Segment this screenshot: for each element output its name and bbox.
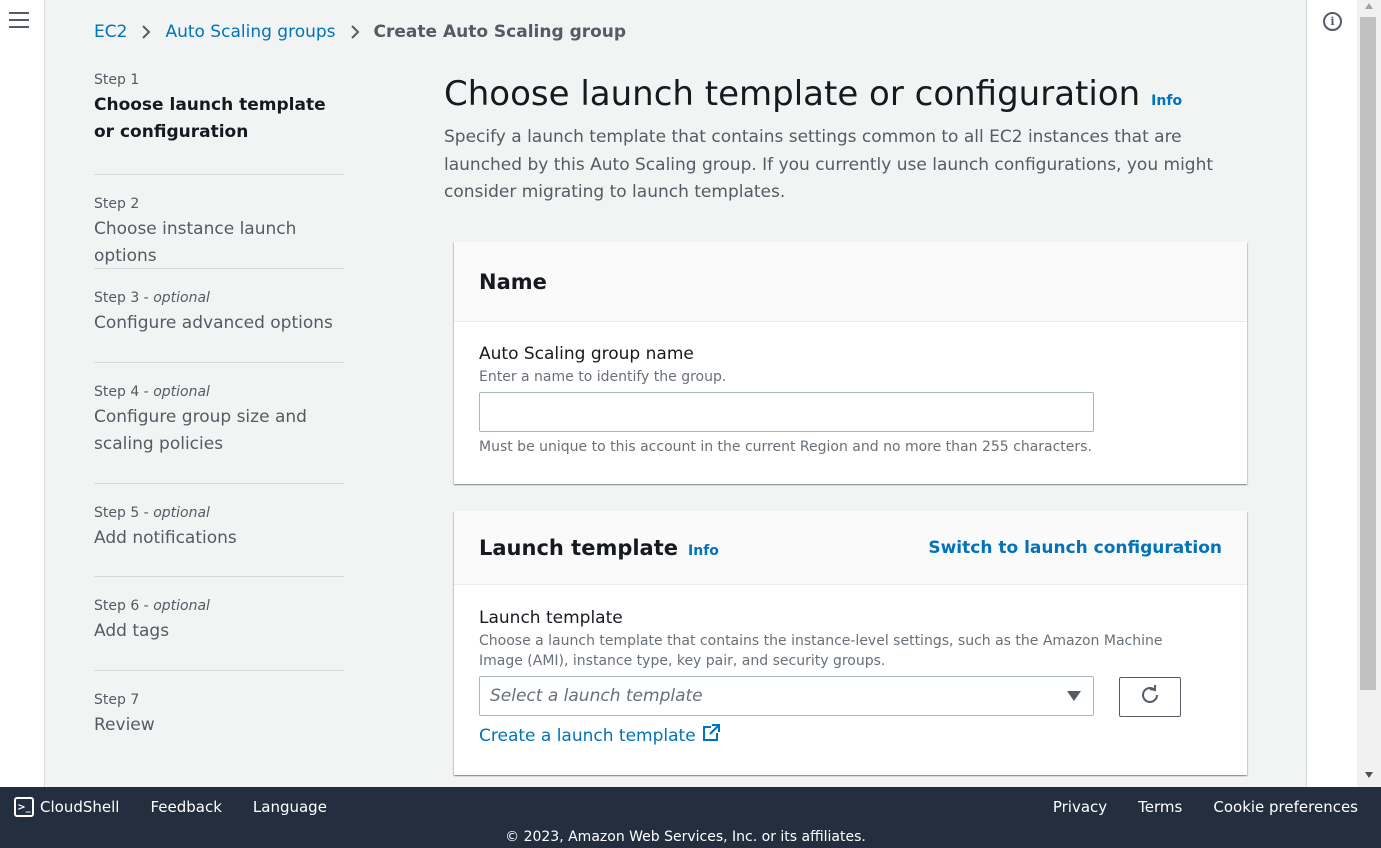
panel-header: Name <box>454 242 1247 322</box>
step-title: Choose instance launch options <box>94 219 297 266</box>
chevron-right-icon <box>350 24 360 40</box>
field-label: Launch template <box>479 608 623 628</box>
auto-scaling-group-name-input[interactable] <box>479 392 1094 432</box>
panel-body: Auto Scaling group name Enter a name to … <box>454 322 1247 455</box>
main-content-header: Choose launch template or configuration … <box>444 74 1254 207</box>
terms-link[interactable]: Terms <box>1138 798 1182 816</box>
cloudshell-button[interactable]: >_ CloudShell <box>14 797 119 817</box>
right-tools-rail: i <box>1306 0 1357 787</box>
step-title: Review <box>94 715 155 735</box>
feedback-link[interactable]: Feedback <box>150 798 221 816</box>
left-nav-rail <box>0 0 45 787</box>
step-title: Add notifications <box>94 528 237 548</box>
select-placeholder: Select a launch template <box>490 686 703 706</box>
step-number: Step 7 <box>94 692 140 708</box>
create-launch-template-label: Create a launch template <box>479 725 696 746</box>
wizard-steps-nav: Step 1 Choose launch template or configu… <box>94 72 344 751</box>
step-item-7[interactable]: Step 7 Review <box>94 671 344 751</box>
breadcrumb-link-ec2[interactable]: EC2 <box>94 22 127 42</box>
step-item-6[interactable]: Step 6 - optional Add tags <box>94 577 344 671</box>
footer-left: >_ CloudShell Feedback Language <box>14 797 327 817</box>
step-number: Step 4 - optional <box>94 384 210 400</box>
refresh-button[interactable] <box>1119 677 1181 717</box>
switch-to-launch-configuration-link[interactable]: Switch to launch configuration <box>928 538 1222 558</box>
console-footer: >_ CloudShell Feedback Language Privacy … <box>0 787 1381 848</box>
step-title: Configure advanced options <box>94 313 333 333</box>
hamburger-menu-icon[interactable] <box>9 12 29 30</box>
cloudshell-label: CloudShell <box>40 798 120 816</box>
step-item-3[interactable]: Step 3 - optional Configure advanced opt… <box>94 269 344 363</box>
step-number: Step 3 - optional <box>94 290 210 306</box>
info-link[interactable]: Info <box>1151 93 1182 109</box>
page-description: Specify a launch template that contains … <box>444 127 1214 202</box>
privacy-link[interactable]: Privacy <box>1053 798 1107 816</box>
step-item-4[interactable]: Step 4 - optional Configure group size a… <box>94 363 344 484</box>
refresh-icon <box>1139 684 1161 710</box>
terminal-icon: >_ <box>14 797 34 817</box>
field-description: Enter a name to identify the group. <box>479 369 727 385</box>
step-number: Step 6 - optional <box>94 598 210 614</box>
footer-right: Privacy Terms Cookie preferences <box>1053 798 1358 816</box>
step-number: Step 1 <box>94 72 140 88</box>
page-title-text: Choose launch template or configuration <box>444 74 1141 114</box>
name-panel: Name Auto Scaling group name Enter a nam… <box>454 242 1247 484</box>
panel-header: Launch template Info Switch to launch co… <box>454 511 1247 585</box>
info-link[interactable]: Info <box>688 543 719 559</box>
page-title: Choose launch template or configuration … <box>444 74 1254 114</box>
caret-down-icon <box>1067 691 1081 701</box>
panel-title: Name <box>479 269 547 294</box>
scroll-down-arrow-icon[interactable] <box>1365 772 1373 778</box>
field-description: Choose a launch template that contains t… <box>479 633 1163 669</box>
step-item-5[interactable]: Step 5 - optional Add notifications <box>94 484 344 577</box>
step-title: Configure group size and scaling policie… <box>94 407 307 454</box>
breadcrumb-link-auto-scaling-groups[interactable]: Auto Scaling groups <box>165 22 335 42</box>
field-constraint: Must be unique to this account in the cu… <box>479 439 1092 455</box>
step-item-2[interactable]: Step 2 Choose instance launch options <box>94 175 344 269</box>
panel-title: Launch template Info <box>479 536 719 560</box>
step-number: Step 2 <box>94 196 140 212</box>
breadcrumb: EC2 Auto Scaling groups Create Auto Scal… <box>94 22 626 42</box>
step-item-1: Step 1 Choose launch template or configu… <box>94 72 344 175</box>
step-number: Step 5 - optional <box>94 505 210 521</box>
scrollbar-thumb[interactable] <box>1360 17 1376 690</box>
step-title: Choose launch template or configuration <box>94 95 326 142</box>
cookie-preferences-link[interactable]: Cookie preferences <box>1213 798 1358 816</box>
vertical-scrollbar[interactable] <box>1357 0 1381 787</box>
launch-template-select[interactable]: Select a launch template <box>479 676 1094 716</box>
step-title: Add tags <box>94 621 170 641</box>
create-launch-template-link[interactable]: Create a launch template <box>479 724 1222 747</box>
field-label: Auto Scaling group name <box>479 344 694 364</box>
panel-title-text: Launch template <box>479 535 679 560</box>
scroll-up-arrow-icon[interactable] <box>1365 3 1373 9</box>
copyright-text: © 2023, Amazon Web Services, Inc. or its… <box>505 829 866 845</box>
breadcrumb-current: Create Auto Scaling group <box>373 22 627 42</box>
external-link-icon <box>702 724 720 747</box>
panel-body: Launch template Choose a launch template… <box>454 585 1247 747</box>
chevron-right-icon <box>141 24 151 40</box>
language-link[interactable]: Language <box>253 798 327 816</box>
info-circle-icon[interactable]: i <box>1323 12 1342 31</box>
launch-template-panel: Launch template Info Switch to launch co… <box>454 511 1247 775</box>
